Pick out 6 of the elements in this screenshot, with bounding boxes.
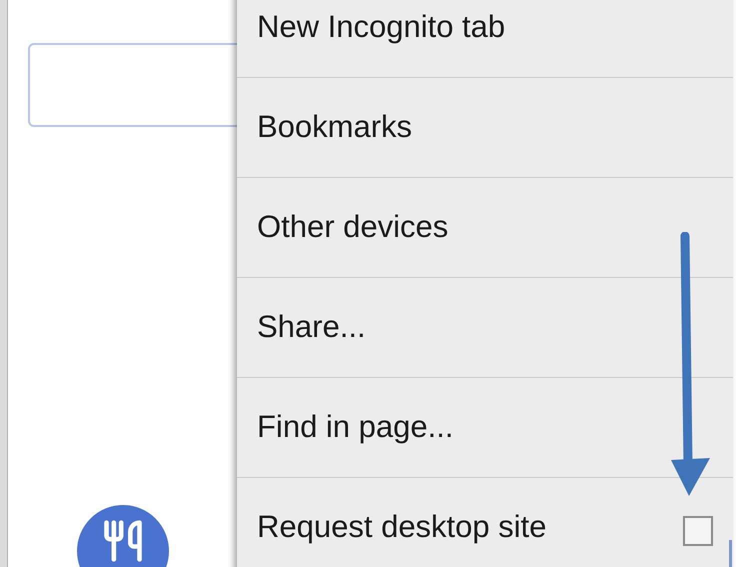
checkbox[interactable] xyxy=(683,516,713,546)
menu-item[interactable]: Bookmarks xyxy=(237,78,733,178)
menu-item[interactable]: Other devices xyxy=(237,178,733,278)
menu-item[interactable]: Share... xyxy=(237,278,733,378)
menu-item[interactable]: New Incognito tab xyxy=(237,0,733,78)
scrollbar xyxy=(729,540,732,567)
